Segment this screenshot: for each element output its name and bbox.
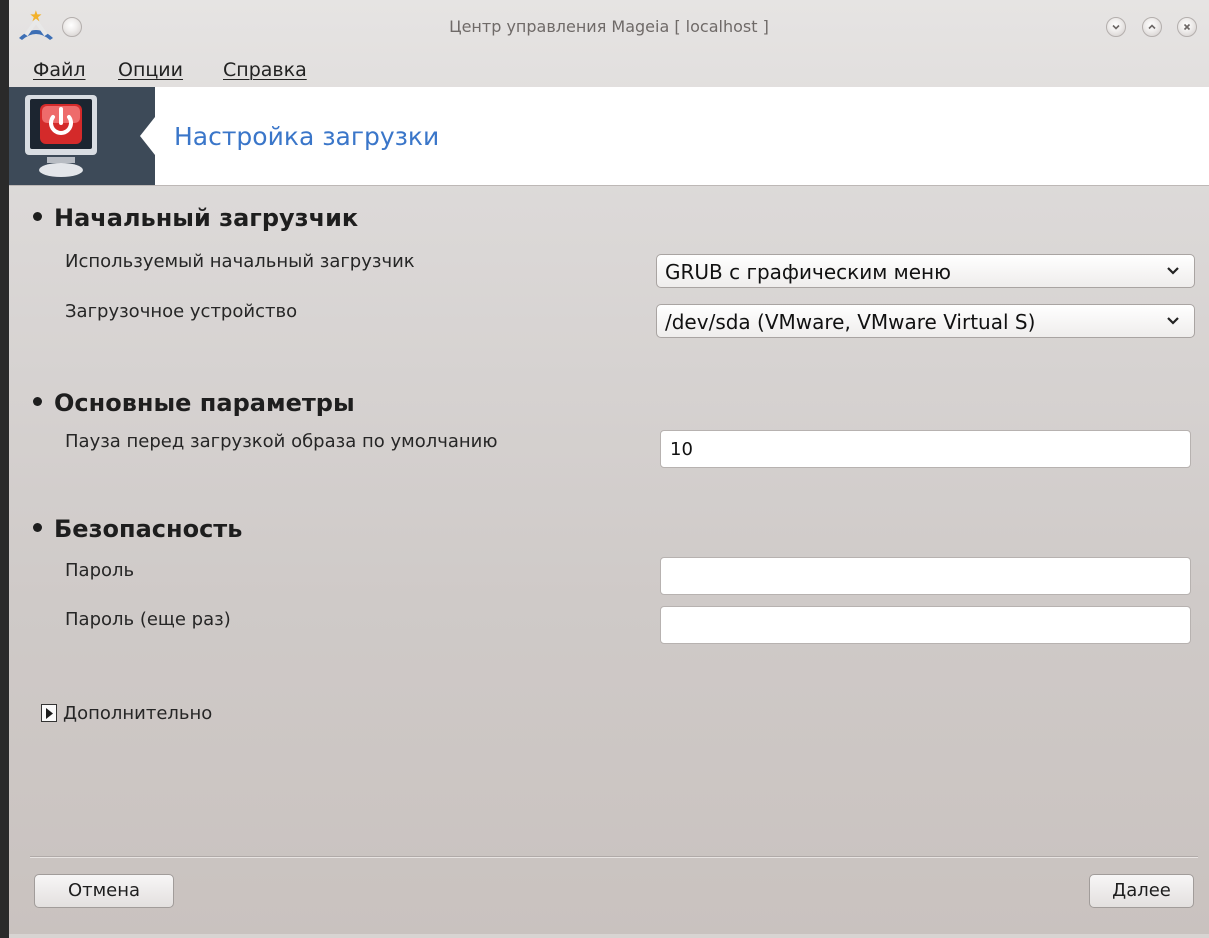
menu-help[interactable]: Справка	[223, 59, 307, 81]
window-title: Центр управления Mageia [ localhost ]	[449, 17, 769, 36]
cancel-button[interactable]: Отмена	[34, 874, 174, 908]
window-frame-edge	[0, 0, 9, 938]
section-main-title: Основные параметры	[33, 389, 355, 417]
header-banner: Настройка загрузки	[9, 87, 1209, 186]
bottom-separator	[30, 856, 1198, 858]
advanced-label: Дополнительно	[63, 703, 213, 724]
chevron-down-icon	[1167, 267, 1179, 275]
password-input[interactable]	[660, 557, 1191, 595]
boot-delay-input[interactable]	[660, 430, 1191, 468]
title-bar: Центр управления Mageia [ localhost ]	[9, 0, 1209, 55]
password-again-label: Пароль (еще раз)	[65, 609, 231, 630]
main-window: Центр управления Mageia [ localhost ] Фа…	[0, 0, 1209, 938]
bootloader-select-value: GRUB с графическим меню	[665, 260, 951, 284]
bullet-icon	[33, 211, 42, 221]
maximize-icon[interactable]	[1142, 17, 1162, 37]
password-again-input[interactable]	[660, 606, 1191, 644]
menu-file[interactable]: Файл	[33, 59, 86, 81]
menu-bar: Файл Опции Справка	[9, 55, 1209, 87]
section-security-title: Безопасность	[33, 515, 242, 543]
next-button[interactable]: Далее	[1089, 874, 1194, 908]
expand-arrow-icon	[41, 704, 57, 722]
boot-device-select-value: /dev/sda (VMware, VMware Virtual S)	[665, 310, 1036, 334]
section-bootloader-title: Начальный загрузчик	[33, 204, 358, 232]
bullet-icon	[33, 396, 42, 406]
boot-device-select[interactable]: /dev/sda (VMware, VMware Virtual S)	[656, 304, 1195, 338]
boot-delay-label: Пауза перед загрузкой образа по умолчани…	[65, 431, 498, 452]
boot-device-label: Загрузочное устройство	[65, 301, 298, 322]
window-bottom-edge	[9, 934, 1209, 938]
close-icon[interactable]	[1177, 17, 1197, 37]
banner-icon-area	[9, 87, 155, 185]
bootloader-used-label: Используемый начальный загрузчик	[65, 251, 415, 272]
bootloader-select[interactable]: GRUB с графическим меню	[656, 254, 1195, 288]
power-monitor-icon	[25, 95, 155, 177]
chevron-down-icon	[1167, 317, 1179, 325]
page-title: Настройка загрузки	[174, 122, 440, 151]
password-label: Пароль	[65, 560, 135, 581]
bullet-icon	[33, 522, 42, 532]
minimize-icon[interactable]	[1106, 17, 1126, 37]
menu-options[interactable]: Опции	[118, 59, 183, 81]
